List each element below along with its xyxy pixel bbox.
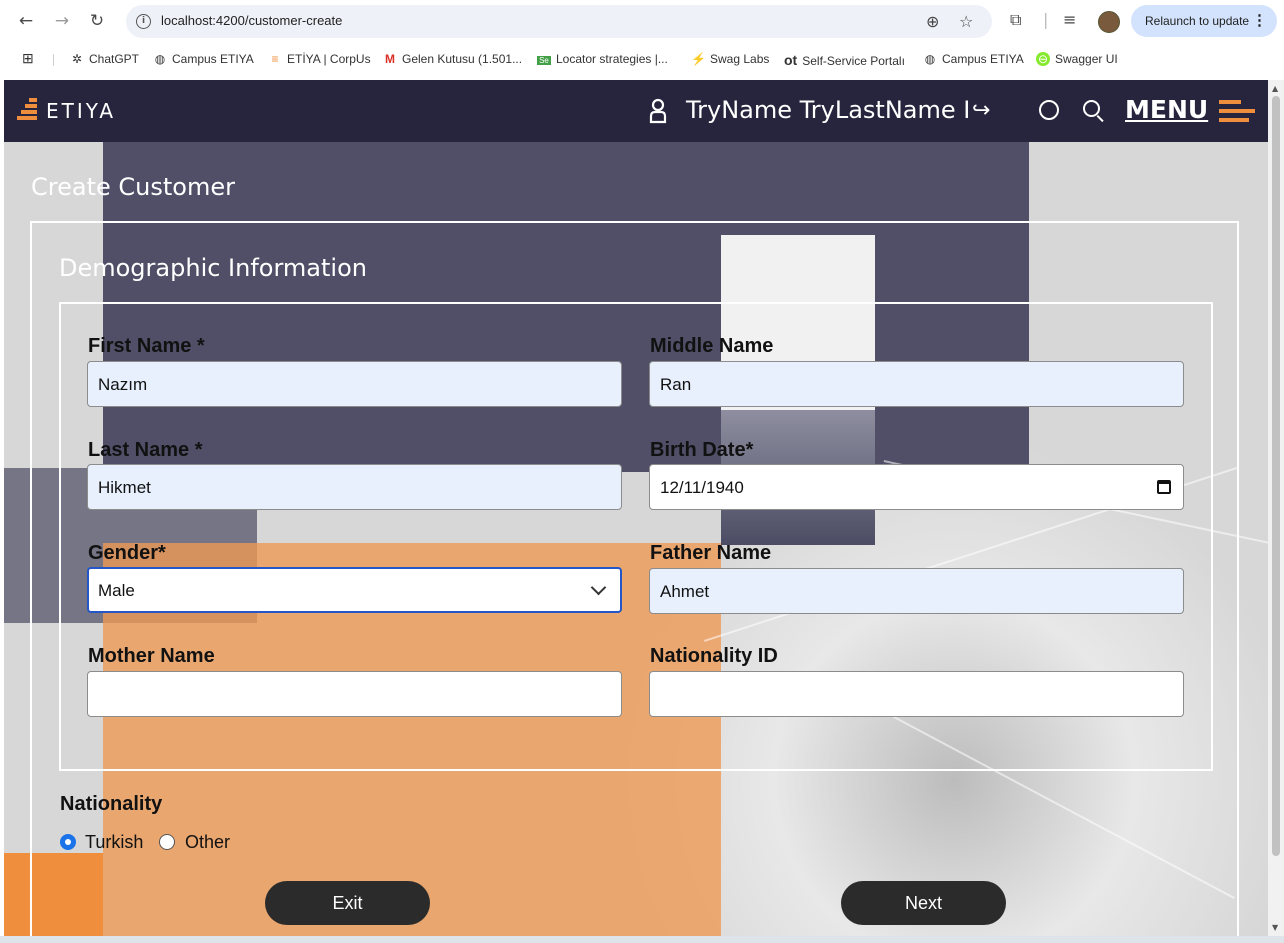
user-name[interactable]: TryName TryLastName I bbox=[686, 96, 970, 124]
page-scrollbar[interactable]: ▲ ▼ bbox=[1268, 80, 1284, 936]
bookmark-campus-etiya-2[interactable]: ◍ Campus ETIYA bbox=[923, 52, 1024, 66]
language-icon[interactable] bbox=[1039, 100, 1059, 120]
middle-name-label: Middle Name bbox=[650, 335, 774, 357]
relaunch-button[interactable]: Relaunch to update ⋮ bbox=[1131, 5, 1277, 37]
chevron-down-icon bbox=[590, 579, 607, 596]
father-name-value: Ahmet bbox=[660, 582, 710, 601]
section-title: Demographic Information bbox=[59, 254, 367, 282]
father-name-label: Father Name bbox=[650, 542, 772, 564]
nationality-id-input[interactable] bbox=[649, 671, 1184, 717]
swag-labs-icon: ⚡ bbox=[691, 52, 706, 66]
bookmark-gmail[interactable]: M Gelen Kutusu (1.501... bbox=[383, 52, 522, 66]
site-info-icon[interactable]: i bbox=[136, 14, 151, 29]
globe-bookmark-icon: ◍ bbox=[154, 52, 166, 66]
apps-grid-icon[interactable]: ⊞ bbox=[22, 50, 34, 67]
zoom-icon[interactable]: ⊕ bbox=[926, 12, 939, 31]
bookmark-swagger-ui[interactable]: ⊖ Swagger UI bbox=[1036, 52, 1118, 66]
father-name-input[interactable]: Ahmet bbox=[649, 568, 1184, 614]
first-name-label: First Name * bbox=[88, 335, 205, 357]
bookmark-chatgpt[interactable]: ✲ ChatGPT bbox=[70, 52, 139, 66]
media-control-icon[interactable]: ≡ bbox=[1063, 10, 1076, 29]
swagger-icon: ⊖ bbox=[1036, 52, 1050, 66]
birth-date-label: Birth Date* bbox=[650, 439, 754, 461]
app-viewport: ETIYA TryName TryLastName I ↪ MENU Creat… bbox=[4, 80, 1268, 936]
bookmark-campus-etiya[interactable]: ◍ Campus ETIYA bbox=[153, 52, 254, 66]
birth-date-input[interactable]: 12/11/1940 bbox=[649, 464, 1184, 510]
gender-select[interactable]: Male bbox=[87, 567, 622, 613]
radio-other[interactable] bbox=[159, 834, 175, 850]
last-name-value: Hikmet bbox=[98, 478, 151, 497]
radio-other-label[interactable]: Other bbox=[185, 832, 230, 853]
bookmark-locator-strategies[interactable]: Se Locator strategies |... bbox=[537, 52, 668, 66]
taskbar-edge bbox=[0, 936, 1284, 943]
bookmarks-bar: ⊞ | ✲ ChatGPT ◍ Campus ETIYA ≡ ETİYA | Corp… bbox=[0, 46, 1284, 74]
scroll-thumb[interactable] bbox=[1272, 96, 1280, 856]
reload-icon[interactable]: ↻ bbox=[86, 10, 108, 32]
url-text[interactable]: localhost:4200/customer-create bbox=[161, 13, 342, 28]
user-icon[interactable] bbox=[649, 98, 667, 124]
relaunch-label: Relaunch to update bbox=[1145, 14, 1250, 28]
mother-name-label: Mother Name bbox=[88, 645, 215, 667]
chatgpt-icon: ✲ bbox=[71, 52, 83, 66]
kebab-menu-icon[interactable]: ⋮ bbox=[1252, 11, 1267, 29]
bookmark-swag-labs[interactable]: ⚡ Swag Labs bbox=[691, 52, 769, 66]
mother-name-input[interactable] bbox=[87, 671, 622, 717]
bookmarks-divider: | bbox=[52, 52, 56, 66]
middle-name-input[interactable]: Ran bbox=[649, 361, 1184, 407]
bookmark-star-icon[interactable]: ☆ bbox=[959, 12, 973, 31]
browser-toolbar: ← → ↻ i localhost:4200/customer-create ⊕… bbox=[0, 0, 1284, 42]
middle-name-value: Ran bbox=[660, 375, 692, 394]
last-name-input[interactable]: Hikmet bbox=[87, 464, 622, 510]
nationality-id-label: Nationality ID bbox=[650, 645, 778, 667]
search-icon[interactable] bbox=[1083, 100, 1100, 117]
first-name-input[interactable]: Nazım bbox=[87, 361, 622, 407]
gmail-icon: M bbox=[385, 52, 395, 66]
nationality-label: Nationality bbox=[60, 793, 163, 815]
etiya-bookmark-icon: ≡ bbox=[271, 52, 279, 66]
last-name-label: Last Name * bbox=[88, 439, 203, 461]
bookmark-self-service[interactable]: ot Self-Service Portalı bbox=[784, 52, 905, 68]
scroll-up-icon[interactable]: ▲ bbox=[1272, 84, 1278, 93]
menu-button[interactable]: MENU bbox=[1125, 95, 1208, 124]
radio-turkish-label[interactable]: Turkish bbox=[85, 832, 143, 853]
globe-bookmark-icon: ◍ bbox=[924, 52, 936, 66]
next-button[interactable]: Next bbox=[841, 881, 1006, 925]
etiya-logo-icon[interactable] bbox=[17, 98, 37, 122]
ot-logo: ot bbox=[784, 52, 798, 68]
hamburger-menu-icon[interactable] bbox=[1219, 100, 1255, 122]
exit-button[interactable]: Exit bbox=[265, 881, 430, 925]
birth-date-value: 12/11/1940 bbox=[660, 478, 744, 497]
profile-avatar[interactable] bbox=[1098, 11, 1120, 33]
extensions-icon[interactable]: ⧉ bbox=[1010, 10, 1021, 30]
calendar-icon[interactable] bbox=[1157, 480, 1171, 494]
page-title: Create Customer bbox=[31, 173, 235, 201]
forward-icon[interactable]: → bbox=[51, 10, 73, 32]
top-navbar: ETIYA TryName TryLastName I ↪ MENU bbox=[4, 80, 1268, 142]
brand-name[interactable]: ETIYA bbox=[46, 99, 116, 123]
gender-label: Gender* bbox=[88, 542, 166, 564]
toolbar-divider: | bbox=[1043, 10, 1049, 29]
browser-chrome: ← → ↻ i localhost:4200/customer-create ⊕… bbox=[0, 0, 1284, 80]
first-name-value: Nazım bbox=[98, 375, 148, 394]
back-icon[interactable]: ← bbox=[15, 10, 37, 32]
gender-selected-value: Male bbox=[98, 581, 135, 600]
logout-icon[interactable]: ↪ bbox=[972, 98, 990, 123]
radio-turkish[interactable] bbox=[60, 834, 76, 850]
bookmark-etiya-corpus[interactable]: ≡ ETİYA | CorpUs bbox=[268, 52, 370, 66]
address-bar[interactable]: i localhost:4200/customer-create ⊕ ☆ bbox=[126, 5, 992, 38]
scroll-down-icon[interactable]: ▼ bbox=[1272, 923, 1278, 932]
selenium-icon: Se bbox=[537, 56, 551, 65]
